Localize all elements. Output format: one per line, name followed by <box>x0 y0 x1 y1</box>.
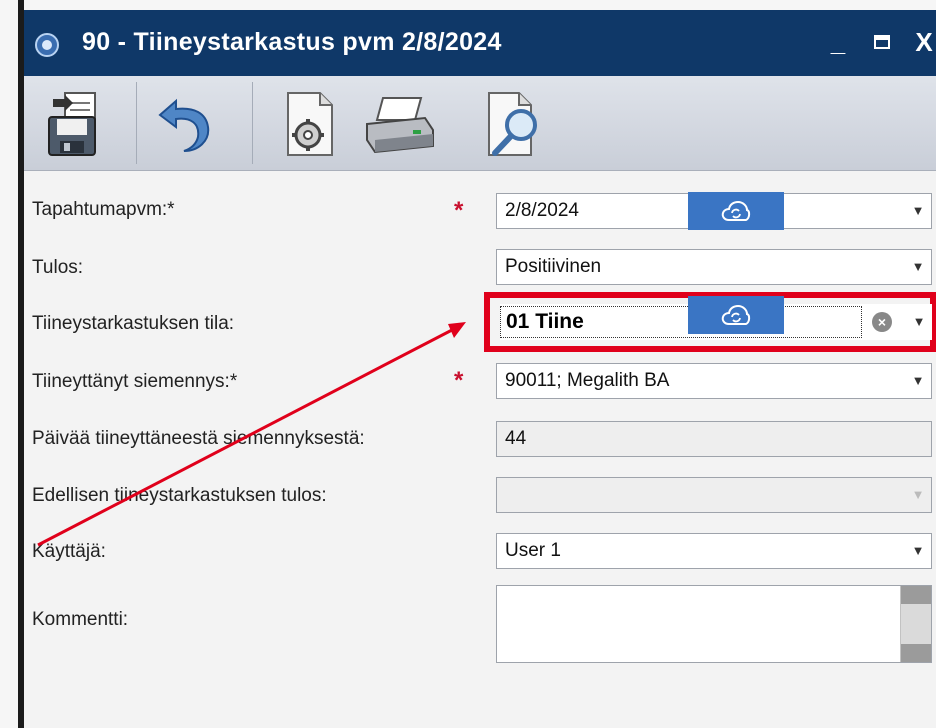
tila-value: 01 Tiine <box>506 310 584 333</box>
label-tiineystarkastuksen-tila: Tiineystarkastuksen tila: <box>32 313 235 334</box>
maximize-icon <box>874 35 890 49</box>
undo-button[interactable] <box>144 86 224 162</box>
cloud-sync-icon <box>721 200 751 221</box>
date-value: 2/8/2024 <box>505 200 579 221</box>
paivaa-value: 44 <box>505 428 527 449</box>
preview-button[interactable] <box>472 86 552 162</box>
required-marker: * <box>454 197 464 224</box>
chevron-down-icon[interactable]: ▼ <box>911 374 925 388</box>
tulos-value: Positiivinen <box>505 256 602 277</box>
minimize-button[interactable]: _ <box>820 24 856 60</box>
label-tulos: Tulos: <box>32 257 84 278</box>
label-tapahtumapvm: Tapahtumapvm:* <box>32 199 175 220</box>
tulos-dropdown[interactable]: Positiivinen ▼ <box>496 249 932 285</box>
chevron-down-icon[interactable]: ▼ <box>911 544 925 558</box>
chevron-down-icon[interactable]: ▼ <box>911 260 925 274</box>
desktop-strip-top <box>0 0 936 10</box>
cloud-upload-button[interactable] <box>688 192 784 230</box>
toolbar <box>24 76 936 171</box>
paivaa-field: 44 <box>496 421 932 457</box>
edellisen-tulos-dropdown: ▼ <box>496 477 932 513</box>
save-icon <box>48 92 96 156</box>
required-marker: * <box>454 367 464 394</box>
settings-document-icon <box>287 92 333 156</box>
scroll-up-icon[interactable] <box>901 586 931 604</box>
save-button[interactable] <box>34 86 114 162</box>
label-edellisen-tulos: Edellisen tiineystarkastuksen tulos: <box>32 485 327 506</box>
title-bar[interactable]: 90 - Tiineystarkastus pvm 2/8/2024 _ X <box>24 10 936 76</box>
kommentti-textarea[interactable] <box>496 585 932 663</box>
label-paivaa-tiineyttaneesta: Päivää tiineyttäneestä siemennyksestä: <box>32 428 365 449</box>
preview-search-icon <box>488 92 537 156</box>
label-kayttaja: Käyttäjä: <box>32 541 106 562</box>
label-kommentti: Kommentti: <box>32 609 129 630</box>
siemennys-dropdown[interactable]: 90011; Megalith BA ▼ <box>496 363 932 399</box>
label-tiineyttanyt-siemennys: Tiineyttänyt siemennys:* <box>32 371 238 392</box>
scrollbar[interactable] <box>900 586 931 662</box>
desktop-strip-left <box>0 0 18 728</box>
cloud-upload-button[interactable] <box>688 296 784 334</box>
form-panel: Tapahtumapvm:* * 2/8/2024 ▼ Tulos: Posit… <box>24 171 936 728</box>
kayttaja-value: User 1 <box>505 540 561 561</box>
siemennys-value: 90011; Megalith BA <box>505 370 670 391</box>
app-icon <box>34 32 60 58</box>
toolbar-separator <box>136 82 137 164</box>
window-title: 90 - Tiineystarkastus pvm 2/8/2024 <box>82 28 502 56</box>
chevron-down-icon: ▼ <box>911 487 925 502</box>
print-icon <box>366 97 434 154</box>
settings-document-button[interactable] <box>268 86 348 162</box>
toolbar-separator <box>252 82 253 164</box>
chevron-down-icon[interactable]: ▼ <box>912 315 926 329</box>
cloud-sync-icon <box>721 304 751 325</box>
clear-icon[interactable]: × <box>872 312 892 332</box>
scroll-down-icon[interactable] <box>901 644 931 662</box>
maximize-button[interactable] <box>864 24 900 60</box>
kayttaja-dropdown[interactable]: User 1 ▼ <box>496 533 932 569</box>
print-button[interactable] <box>360 86 440 162</box>
chevron-down-icon[interactable]: ▼ <box>911 204 925 218</box>
close-button[interactable]: X <box>906 24 936 60</box>
undo-icon <box>158 98 210 152</box>
